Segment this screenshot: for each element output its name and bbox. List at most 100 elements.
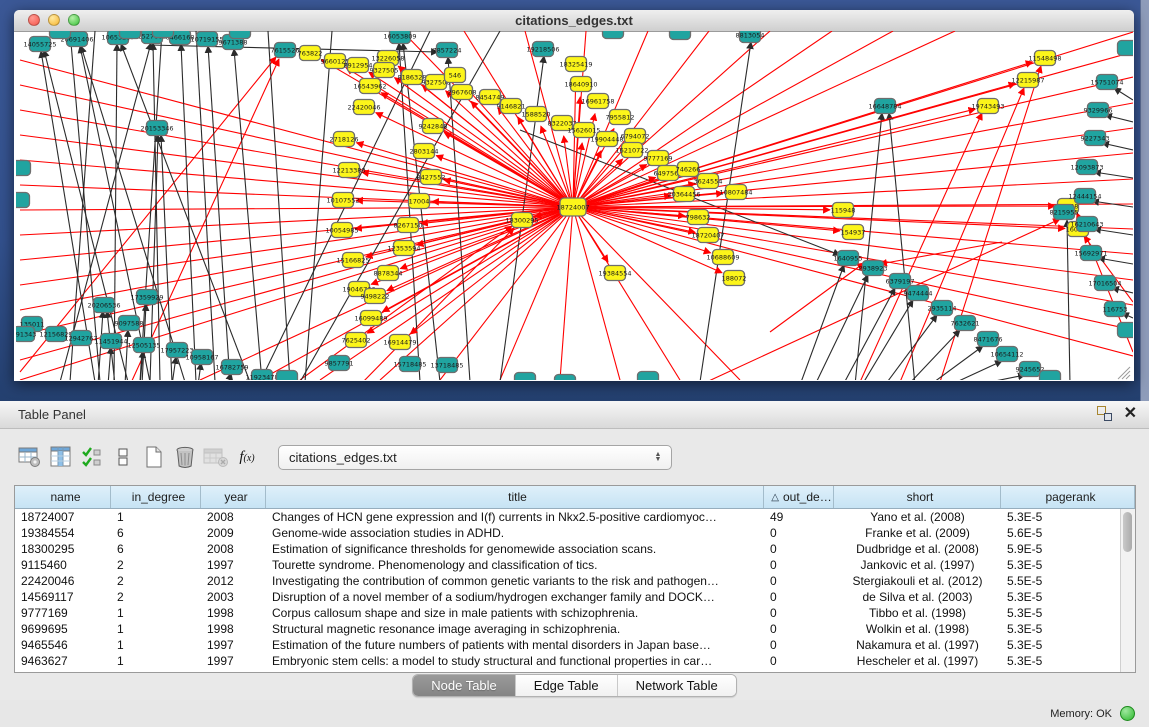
- table-cell[interactable]: 0: [764, 605, 834, 621]
- network-node[interactable]: [863, 261, 884, 276]
- table-row[interactable]: 1456911722003Disruption of a novel membe…: [15, 589, 1121, 605]
- network-node[interactable]: [197, 32, 218, 47]
- network-node[interactable]: [343, 253, 364, 268]
- network-node[interactable]: [833, 203, 854, 218]
- network-node[interactable]: [101, 334, 122, 349]
- network-node[interactable]: [597, 132, 618, 147]
- network-node[interactable]: [374, 63, 395, 78]
- table-cell[interactable]: 19384554: [15, 525, 111, 541]
- table-cell[interactable]: Disruption of a novel member of a sodium…: [266, 589, 764, 605]
- table-cell[interactable]: Yano et al. (2008): [834, 509, 1001, 525]
- table-cell[interactable]: 9699695: [15, 621, 111, 637]
- network-node[interactable]: [398, 218, 419, 233]
- table-row[interactable]: 1830029562008Estimation of significance …: [15, 541, 1121, 557]
- network-node[interactable]: [622, 143, 643, 158]
- table-cell[interactable]: 2: [111, 557, 201, 573]
- network-node[interactable]: [838, 251, 859, 266]
- table-cell[interactable]: 1997: [201, 637, 266, 653]
- network-node[interactable]: [400, 357, 421, 372]
- network-node[interactable]: [713, 250, 734, 265]
- network-node[interactable]: [1077, 217, 1098, 232]
- rows-icon[interactable]: [109, 444, 137, 470]
- table-cell[interactable]: 5.3E-5: [1001, 605, 1121, 621]
- table-cell[interactable]: 0: [764, 557, 834, 573]
- network-node[interactable]: [14, 327, 35, 342]
- table-cell[interactable]: 0: [764, 541, 834, 557]
- table-options-icon[interactable]: [16, 444, 44, 470]
- network-node[interactable]: [346, 333, 367, 348]
- network-node[interactable]: [119, 316, 140, 331]
- table-cell[interactable]: 5.3E-5: [1001, 621, 1121, 637]
- network-node[interactable]: [648, 151, 669, 166]
- table-cell[interactable]: 5.3E-5: [1001, 509, 1121, 525]
- table-cell[interactable]: 9465546: [15, 637, 111, 653]
- table-cell[interactable]: 9777169: [15, 605, 111, 621]
- new-column-icon[interactable]: [140, 444, 168, 470]
- float-panel-icon[interactable]: [1097, 406, 1112, 421]
- table-cell[interactable]: Dudbridge et al. (2008): [834, 541, 1001, 557]
- tab-edge-table[interactable]: Edge Table: [516, 675, 618, 696]
- network-node[interactable]: [452, 85, 473, 100]
- network-node[interactable]: [1097, 75, 1118, 90]
- table-cell[interactable]: 0: [764, 621, 834, 637]
- window-titlebar[interactable]: citations_edges.txt: [14, 10, 1134, 32]
- table-cell[interactable]: Changes of HCN gene expression and I(f) …: [266, 509, 764, 525]
- network-node[interactable]: [501, 99, 522, 114]
- table-cell[interactable]: 14569117: [15, 589, 111, 605]
- network-node[interactable]: [515, 373, 536, 388]
- network-node[interactable]: [605, 266, 626, 281]
- table-cell[interactable]: 2: [111, 573, 201, 589]
- table-cell[interactable]: Investigating the contribution of common…: [266, 573, 764, 589]
- network-node[interactable]: [533, 42, 554, 57]
- network-node[interactable]: [724, 271, 745, 286]
- table-cell[interactable]: 1: [111, 621, 201, 637]
- table-cell[interactable]: 5.6E-5: [1001, 525, 1121, 541]
- table-row[interactable]: 1872400712008Changes of HCN gene express…: [15, 509, 1121, 525]
- table-cell[interactable]: Jankovic et al. (1997): [834, 557, 1001, 573]
- column-header-pagerank[interactable]: pagerank: [1001, 486, 1135, 508]
- network-node[interactable]: [674, 187, 695, 202]
- network-node[interactable]: [1054, 205, 1075, 220]
- network-node[interactable]: [134, 338, 155, 353]
- delete-column-icon[interactable]: [171, 444, 199, 470]
- column-header-short[interactable]: short: [834, 486, 1001, 508]
- network-node[interactable]: [300, 46, 321, 61]
- table-cell[interactable]: 5.5E-5: [1001, 573, 1121, 589]
- network-node[interactable]: [445, 68, 466, 83]
- table-cell[interactable]: 6: [111, 525, 201, 541]
- table-cell[interactable]: 22420046: [15, 573, 111, 589]
- network-node[interactable]: [555, 375, 576, 390]
- network-node[interactable]: [571, 77, 592, 92]
- network-node[interactable]: [365, 289, 386, 304]
- table-cell[interactable]: Franke et al. (2009): [834, 525, 1001, 541]
- table-cell[interactable]: 18724007: [15, 509, 111, 525]
- table-cell[interactable]: 1998: [201, 621, 266, 637]
- function-builder-icon[interactable]: f(x): [233, 444, 261, 470]
- table-cell[interactable]: 2: [111, 589, 201, 605]
- network-node[interactable]: [1040, 371, 1061, 386]
- table-row[interactable]: 969969511998Structural magnetic resonanc…: [15, 621, 1121, 637]
- network-node[interactable]: [426, 75, 447, 90]
- network-node[interactable]: [329, 356, 350, 371]
- table-cell[interactable]: 5.3E-5: [1001, 557, 1121, 573]
- network-node[interactable]: [698, 228, 719, 243]
- table-cell[interactable]: 1: [111, 605, 201, 621]
- network-node[interactable]: [354, 100, 375, 115]
- table-cell[interactable]: 0: [764, 525, 834, 541]
- table-row[interactable]: 1938455462009Genome-wide association stu…: [15, 525, 1121, 541]
- select-columns-icon[interactable]: [78, 444, 106, 470]
- network-node[interactable]: [46, 327, 67, 342]
- tab-node-table[interactable]: Node Table: [413, 675, 516, 696]
- table-cell[interactable]: 5.9E-5: [1001, 541, 1121, 557]
- table-cell[interactable]: 5.3E-5: [1001, 589, 1121, 605]
- network-node[interactable]: [1105, 302, 1126, 317]
- network-node[interactable]: [1077, 160, 1098, 175]
- vertical-scrollbar[interactable]: [1120, 509, 1135, 672]
- network-node[interactable]: [137, 290, 158, 305]
- table-cell[interactable]: 0: [764, 637, 834, 653]
- table-cell[interactable]: 0: [764, 653, 834, 669]
- network-node[interactable]: [843, 225, 864, 240]
- network-node[interactable]: [1018, 73, 1039, 88]
- network-node[interactable]: [394, 241, 415, 256]
- delete-table-icon[interactable]: [202, 444, 230, 470]
